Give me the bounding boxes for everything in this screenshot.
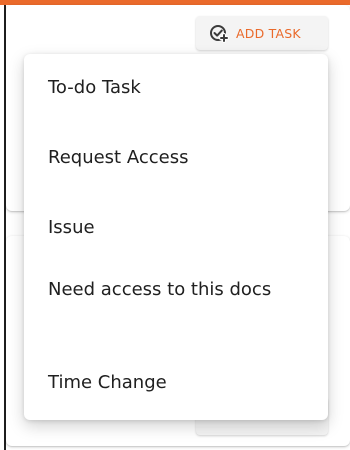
check-circle-plus-icon [208, 22, 230, 44]
menu-item-need-access-docs[interactable]: Need access to this docs [48, 276, 304, 304]
add-task-button[interactable]: ADD TASK [196, 16, 328, 50]
menu-item-issue[interactable]: Issue [48, 214, 304, 242]
menu-item-request-access[interactable]: Request Access [48, 144, 304, 172]
add-task-label: ADD TASK [236, 25, 301, 41]
task-type-menu: To-do Task Request Access Issue Need acc… [24, 54, 328, 420]
menu-item-todo-task[interactable]: To-do Task [48, 74, 304, 102]
menu-item-time-change[interactable]: Time Change [48, 369, 304, 397]
